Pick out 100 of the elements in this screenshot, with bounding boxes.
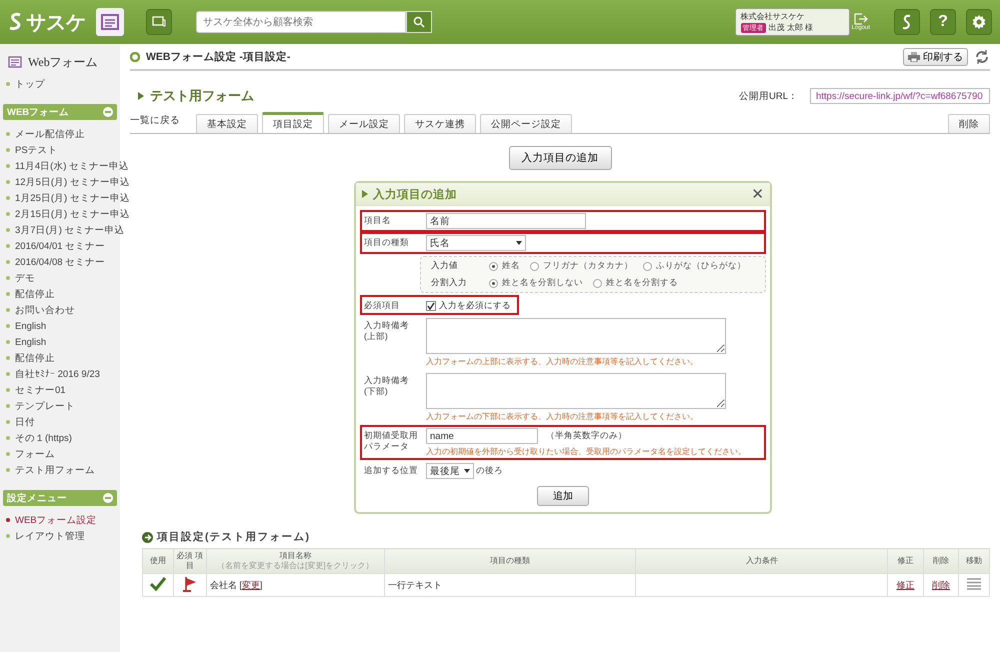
radio-button[interactable]: [593, 278, 602, 288]
column-header: 入力条件: [636, 548, 888, 574]
sidebar-item[interactable]: 12月5日(月) セミナー申込: [0, 174, 136, 190]
sidebar-item[interactable]: 配信停止: [0, 286, 61, 302]
flag-icon[interactable]: [182, 576, 197, 592]
url-field[interactable]: https://secure-link.jp/wf/?c=wf68675790: [810, 88, 990, 104]
textarea-field[interactable]: [426, 318, 726, 354]
column-header: 項目名称 （名前を変更する場合は[変更]をクリック）: [206, 548, 384, 574]
check-icon[interactable]: [150, 577, 166, 591]
table-cell: 一行テキスト: [384, 574, 636, 596]
field-label: 初期値受取用 パラメータ: [364, 429, 419, 452]
sidebar-item[interactable]: テスト用フォーム: [0, 462, 101, 478]
radio-label: 姓と名を分割する: [606, 277, 678, 289]
sidebar-item[interactable]: 自社ｾﾐﾅｰ 2016 9/23: [0, 366, 106, 382]
select-field[interactable]: 最後尾: [426, 463, 474, 479]
form-icon: [8, 56, 22, 68]
sidebar-item[interactable]: 2016/04/01 セミナー: [0, 238, 112, 254]
column-header: 必須 項目: [173, 548, 206, 574]
radio-label: 姓名: [502, 260, 520, 272]
hint-text: 入力フォームの下部に表示する、入力時の注意事項等を記入してください。: [426, 411, 699, 422]
hint-text: 入力フォームの上部に表示する、入力時の注意事項等を記入してください。: [426, 356, 699, 367]
input-field[interactable]: name: [426, 428, 538, 444]
sidebar-item[interactable]: 日付: [0, 414, 41, 430]
print-button[interactable]: 印刷する: [903, 48, 968, 66]
triangle-icon: [138, 92, 144, 100]
tab[interactable]: サスケ連携: [404, 114, 476, 133]
arrow-circle-icon: [142, 532, 153, 542]
url-label: 公開用URL：: [738, 90, 798, 102]
tab[interactable]: 基本設定: [196, 114, 258, 133]
sidebar-item[interactable]: 3月7日(月) セミナー申込: [0, 222, 131, 238]
printer-icon: [908, 52, 920, 62]
settings-icon[interactable]: [966, 9, 992, 35]
radio-label: ふりがな（ひらがな）: [656, 260, 746, 272]
sidebar-item[interactable]: 配信停止: [0, 350, 61, 366]
caret-icon: [516, 241, 522, 245]
back-link[interactable]: 一覧に戻る: [130, 114, 192, 133]
refresh-icon[interactable]: [974, 49, 990, 65]
caret-icon: [464, 469, 470, 473]
field-label: 必須項目: [364, 299, 401, 311]
sidebar-item[interactable]: トップ: [0, 76, 51, 92]
textarea-field[interactable]: [426, 373, 726, 409]
hint-text: 入力の初期値を外部から受け取りたい場合、受取用のパラメータ名を設定してください。: [426, 446, 746, 457]
chat-icon[interactable]: [146, 9, 172, 35]
add-item-button[interactable]: 入力項目の追加: [508, 146, 612, 170]
sidebar-item[interactable]: 2016/04/08 セミナー: [0, 254, 112, 270]
sidebar-item[interactable]: English: [0, 318, 52, 334]
dialog-title: 入力項目の追加: [373, 187, 457, 202]
sidebar-item[interactable]: 11月4日(水) セミナー申込: [0, 158, 136, 174]
triangle-icon: [362, 190, 368, 198]
note-text: （半角英数字のみ）: [545, 430, 627, 442]
select-field[interactable]: 氏名: [426, 235, 526, 251]
s-icon[interactable]: [894, 9, 920, 35]
field-label: 項目名: [364, 214, 392, 226]
sidebar-item[interactable]: セミナー01: [0, 382, 72, 398]
column-header: 使用: [142, 548, 174, 574]
tab[interactable]: 項目設定: [262, 112, 324, 133]
sidebar-title: Webフォーム: [28, 54, 98, 70]
sidebar-item[interactable]: その１(https): [0, 430, 78, 446]
option-label: 入力値: [431, 260, 459, 272]
sidebar-item[interactable]: WEBフォーム設定: [0, 512, 103, 528]
sidebar-item[interactable]: English: [0, 334, 52, 350]
radio-button[interactable]: [643, 262, 652, 270]
tab[interactable]: メール設定: [328, 114, 400, 133]
delete-tab[interactable]: 削除: [948, 114, 990, 133]
sidebar-item[interactable]: デモ: [0, 270, 41, 286]
help-button[interactable]: ?: [930, 9, 956, 35]
column-header: 修正: [888, 548, 924, 574]
user-name: 出茂 太郎 様: [768, 22, 814, 33]
sidebar-item[interactable]: お問い合わせ: [0, 302, 81, 318]
field-label: 追加する位置: [364, 464, 419, 476]
sidebar-item[interactable]: テンプレート: [0, 398, 81, 414]
column-header: 削除: [923, 548, 959, 574]
radio-button[interactable]: [489, 262, 498, 270]
search-field[interactable]: サスケ全体から顧客検索: [196, 11, 406, 33]
checkbox[interactable]: [426, 301, 436, 311]
drag-handle-icon[interactable]: [967, 578, 982, 590]
sidebar-item[interactable]: 1月25日(月) セミナー申込: [0, 190, 136, 206]
field-label: 入力時備考 (下部): [364, 374, 410, 397]
sidebar-item[interactable]: フォーム: [0, 446, 61, 462]
sidebar-item[interactable]: メール配信停止: [0, 126, 91, 142]
close-button[interactable]: ✕: [751, 185, 764, 203]
sidebar-item[interactable]: 2月15日(月) セミナー申込: [0, 206, 136, 222]
radio-button[interactable]: [530, 262, 539, 270]
sidebar-item[interactable]: PSテスト: [0, 142, 64, 158]
field-label: 項目の種類: [364, 236, 410, 248]
search-icon[interactable]: [406, 11, 432, 33]
collapse-icon[interactable]: [103, 493, 113, 503]
checkbox-label: 入力を必須にする: [439, 300, 511, 312]
radio-label: 姓と名を分割しない: [502, 277, 583, 289]
add-button[interactable]: 追加: [537, 486, 589, 506]
sidebar-item[interactable]: レイアウト管理: [0, 528, 91, 544]
radio-label: フリガナ（カタカナ）: [543, 260, 633, 272]
collapse-icon[interactable]: [103, 107, 113, 117]
page-title: WEBフォーム設定 -項目設定-: [146, 50, 290, 64]
radio-button[interactable]: [489, 278, 498, 288]
form-icon[interactable]: [96, 8, 124, 36]
change-link[interactable]: 変更: [242, 580, 260, 590]
tab[interactable]: 公開ページ設定: [480, 114, 572, 133]
logo-text: サスケ: [26, 10, 86, 36]
input-field[interactable]: 名前: [426, 213, 586, 229]
